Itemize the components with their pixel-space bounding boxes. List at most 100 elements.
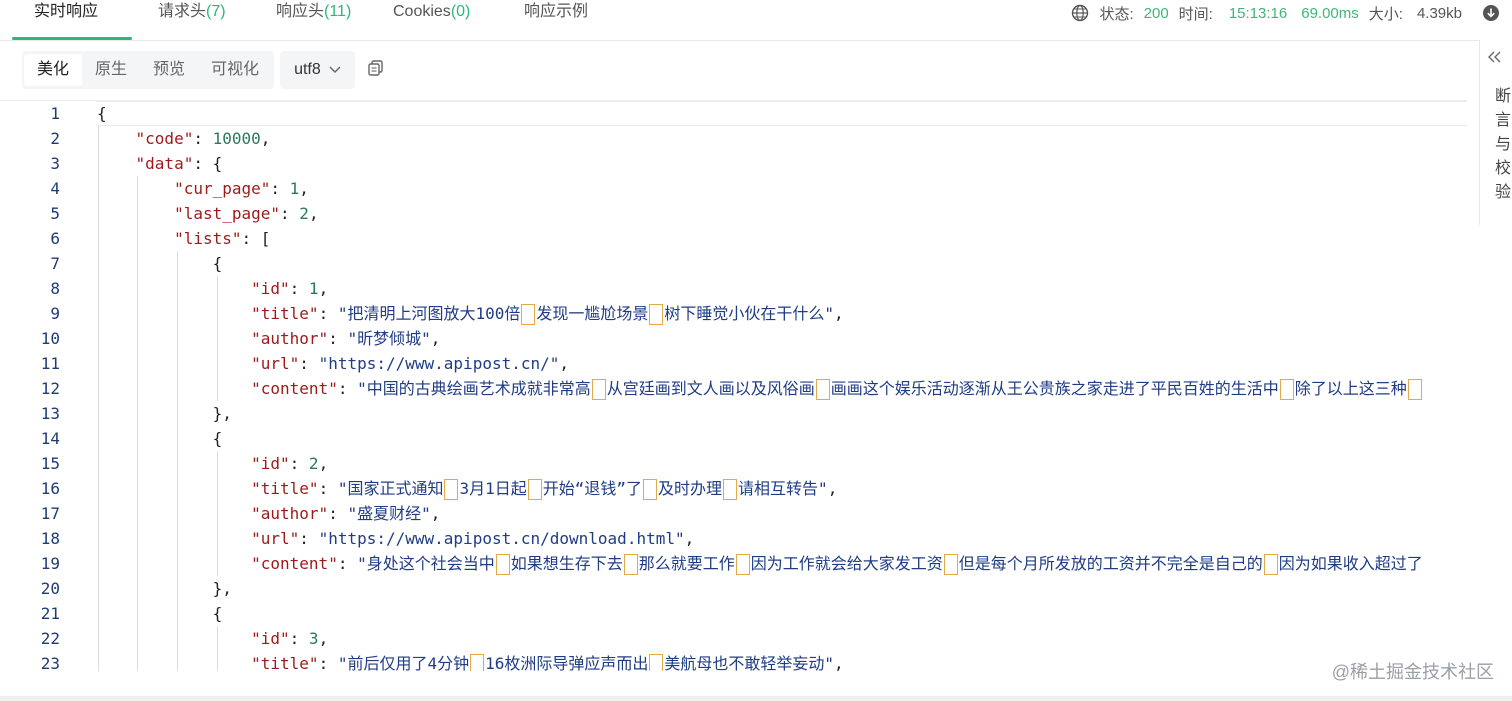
line-number: 20	[40, 579, 60, 598]
code-text: {	[212, 429, 223, 448]
line-number: 22	[40, 629, 60, 648]
code-line: 14 {	[0, 426, 1467, 451]
code-text: {	[212, 604, 223, 623]
code-text: },	[212, 404, 232, 423]
code-line: 1{	[0, 101, 1467, 126]
tab-cookies[interactable]: Cookies(0)	[393, 0, 470, 40]
code-text: "id": 3,	[251, 629, 329, 648]
line-number: 12	[40, 379, 60, 398]
line-number: 23	[40, 654, 60, 671]
code-text: "cur_page": 1,	[174, 179, 309, 198]
duration-value: 69.00ms	[1301, 4, 1359, 22]
size-value: 4.39kb	[1416, 4, 1462, 22]
line-number: 18	[40, 529, 60, 548]
code-line: 3 "data": {	[0, 151, 1467, 176]
code-line: 11 "url": "https://www.apipost.cn/",	[0, 351, 1467, 376]
code-line: 21 {	[0, 601, 1467, 626]
line-number: 9	[50, 304, 60, 323]
copy-icon[interactable]	[367, 59, 385, 82]
chevron-down-icon	[329, 66, 341, 73]
encoding-value: utf8	[294, 61, 321, 78]
code-line: 22 "id": 3,	[0, 626, 1467, 651]
view-mode-preview[interactable]: 预览	[140, 54, 198, 86]
code-line: 9 "title": "把清明上河图放大100倍 发现一尴尬场景 树下睡觉小伙在干什…	[0, 301, 1467, 326]
watermark: @稀土掘金技术社区	[1331, 662, 1494, 682]
view-mode-beautify[interactable]: 美化	[24, 54, 83, 86]
code-text: "id": 1,	[251, 279, 329, 298]
code-text: "url": "https://www.apipost.cn/",	[251, 354, 570, 373]
line-number: 16	[40, 479, 60, 498]
line-number: 6	[50, 229, 60, 248]
line-number: 5	[50, 204, 60, 223]
code-line: 23 "title": "前后仅用了4分钟 16枚洲际导弹应声而出 美航母也不敢轻举…	[0, 651, 1467, 671]
code-text: {	[97, 104, 107, 123]
view-mode-visualize[interactable]: 可视化	[198, 54, 272, 86]
assertion-panel-label: 断 言 与 校 验	[1495, 88, 1512, 201]
tab-response-example[interactable]: 响应示例	[524, 0, 588, 40]
code-text: "lists": [	[174, 229, 271, 248]
code-line: 16 "title": "国家正式通知 3月1日起 开始“退钱”了 及时办理 请相互转告…	[0, 476, 1467, 501]
download-icon[interactable]	[1482, 4, 1500, 22]
code-text: "id": 2,	[251, 454, 329, 473]
assertion-panel-toggle[interactable]: 断 言 与 校 验	[1479, 40, 1512, 225]
line-number: 10	[40, 329, 60, 348]
tab-response-headers[interactable]: 响应头(11)	[276, 0, 351, 40]
line-number: 1	[50, 104, 60, 123]
code-line: 2 "code": 10000,	[0, 126, 1467, 151]
code-line: 19 "content": "身处这个社会当中 如果想生存下去 那么就要工作 因为工作…	[0, 551, 1467, 576]
size-label: 大小:	[1368, 5, 1403, 23]
line-number: 4	[50, 179, 60, 198]
code-line: 5 "last_page": 2,	[0, 201, 1467, 226]
tab-request-headers[interactable]: 请求头(7)	[158, 0, 226, 40]
code-line: 6 "lists": [	[0, 226, 1467, 251]
code-text: },	[212, 579, 232, 598]
code-line: 18 "url": "https://www.apipost.cn/downlo…	[0, 526, 1467, 551]
code-text: "author": "盛夏财经",	[251, 504, 441, 523]
code-line: 4 "cur_page": 1,	[0, 176, 1467, 201]
code-text: {	[212, 254, 223, 273]
line-number: 17	[40, 504, 60, 523]
line-number: 21	[40, 604, 60, 623]
view-toolbar: 美化 原生 预览 可视化 utf8	[22, 51, 385, 89]
code-text: "title": "前后仅用了4分钟 16枚洲际导弹应声而出 美航母也不敢轻举妄动"…	[97, 651, 844, 671]
active-tab-indicator	[12, 37, 132, 40]
code-text: "data": {	[135, 154, 223, 173]
tab-realtime-response[interactable]: 实时响应	[34, 0, 98, 40]
line-number: 3	[50, 154, 60, 173]
globe-icon[interactable]	[1071, 4, 1089, 22]
line-number: 2	[50, 129, 60, 148]
code-line: 17 "author": "盛夏财经",	[0, 501, 1467, 526]
code-text: "content": "中国的古典绘画艺术成就非常高 从宫廷画到文人画以及风俗画画…	[97, 376, 1423, 401]
code-text: "content": "身处这个社会当中 如果想生存下去 那么就要工作 因为工作就会给…	[251, 554, 1423, 575]
status-label: 状态:	[1099, 5, 1134, 23]
code-text: "last_page": 2,	[174, 204, 319, 223]
line-number: 15	[40, 454, 60, 473]
response-tab-bar: 实时响应 请求头(7) 响应头(11) Cookies(0) 响应示例 状态: …	[0, 0, 1512, 41]
line-number: 11	[40, 354, 60, 373]
view-mode-switch: 美化 原生 预览 可视化	[22, 51, 275, 89]
code-line: 10 "author": "昕梦倾城",	[0, 326, 1467, 351]
line-number: 8	[50, 279, 60, 298]
bottom-divider	[0, 696, 1512, 701]
encoding-select[interactable]: utf8	[280, 51, 355, 89]
view-mode-raw[interactable]: 原生	[82, 54, 140, 86]
code-line: 8 "id": 1,	[0, 276, 1467, 301]
line-number: 7	[50, 254, 60, 273]
code-line: 13 },	[0, 401, 1467, 426]
code-line: 7 {	[0, 251, 1467, 276]
code-line: 12 "content": "中国的古典绘画艺术成就非常高 从宫廷画到文人画以及风…	[0, 376, 1467, 401]
time-value: 15:13:16	[1228, 4, 1288, 22]
code-text: "title": "国家正式通知 3月1日起 开始“退钱”了 及时办理 请相互转告",	[251, 479, 838, 500]
response-status-bar: 状态: 200 时间: 15:13:16 69.00ms 大小: 4.39kb	[1071, 0, 1500, 26]
code-text: "url": "https://www.apipost.cn/download.…	[251, 529, 695, 548]
code-text: "author": "昕梦倾城",	[251, 329, 441, 348]
response-code-editor[interactable]: 1{2 "code": 10000, 3 "data": {4 "cur_page…	[0, 100, 1467, 671]
code-line: 15 "id": 2,	[0, 451, 1467, 476]
line-number: 14	[40, 429, 60, 448]
code-text: "title": "把清明上河图放大100倍 发现一尴尬场景 树下睡觉小伙在干什么"…	[251, 304, 844, 325]
time-label: 时间:	[1178, 5, 1213, 23]
line-number: 19	[40, 554, 60, 573]
code-text: "code": 10000,	[135, 129, 271, 148]
line-number: 13	[40, 404, 60, 423]
double-chevron-left-icon[interactable]	[1488, 50, 1502, 68]
